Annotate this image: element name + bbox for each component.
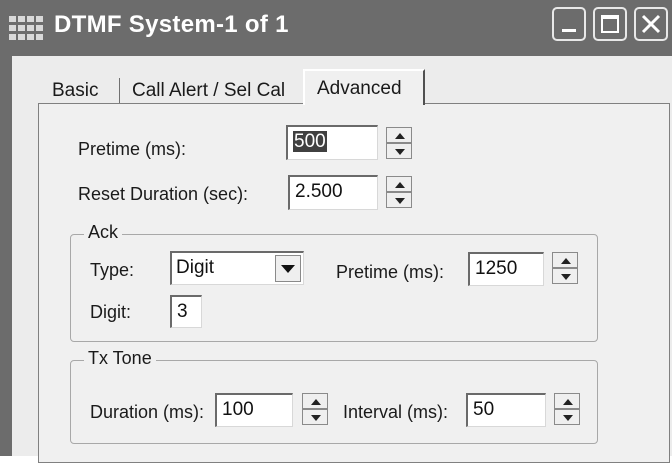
ack-group-title: Ack	[84, 222, 123, 243]
tx-interval-up-button[interactable]	[554, 393, 580, 409]
tab-advanced-label: Advanced	[317, 78, 402, 99]
arrow-up-icon	[395, 182, 405, 188]
minimize-button[interactable]	[552, 7, 586, 41]
minimize-icon	[562, 29, 576, 32]
dtmf-system-window: DTMF System-1 of 1 Basic Call Alert / Se…	[0, 0, 672, 463]
tx-duration-value: 100	[222, 399, 254, 420]
tx-tone-group-title: Tx Tone	[84, 348, 156, 369]
tx-duration-input[interactable]: 100	[215, 393, 293, 427]
pretime-value: 500	[293, 131, 327, 152]
arrow-up-icon	[395, 133, 405, 139]
ack-group	[70, 234, 598, 342]
tab-advanced[interactable]: Advanced	[303, 69, 425, 105]
tx-duration-label: Duration (ms):	[90, 402, 205, 422]
ack-pretime-input[interactable]: 1250	[468, 252, 544, 286]
ack-digit-label: Digit:	[90, 302, 132, 322]
window-title: DTMF System-1 of 1	[54, 11, 289, 38]
arrow-up-icon	[561, 258, 571, 264]
tx-duration-down-button[interactable]	[302, 409, 328, 425]
reset-duration-down-button[interactable]	[386, 192, 412, 208]
ack-pretime-value: 1250	[475, 258, 518, 279]
ack-pretime-up-button[interactable]	[552, 252, 578, 268]
tab-call-alert-sel-cal[interactable]: Call Alert / Sel Cal	[132, 80, 285, 102]
reset-duration-up-button[interactable]	[386, 176, 412, 192]
ack-pretime-down-button[interactable]	[552, 268, 578, 284]
arrow-down-icon	[395, 149, 405, 155]
ack-type-dropdown-button[interactable]	[275, 255, 301, 282]
ack-digit-input[interactable]: 3	[170, 295, 202, 328]
pretime-up-button[interactable]	[386, 127, 412, 143]
arrow-down-icon	[563, 415, 573, 421]
arrow-down-icon	[395, 198, 405, 204]
window-left-border	[0, 56, 12, 456]
close-icon	[641, 14, 661, 34]
reset-duration-input[interactable]: 2.500	[288, 175, 378, 210]
title-bar[interactable]: DTMF System-1 of 1	[0, 0, 672, 56]
tx-interval-input[interactable]: 50	[466, 393, 546, 427]
pretime-input[interactable]: 500	[286, 125, 378, 160]
ack-type-label: Type:	[90, 260, 135, 280]
pretime-label: Pretime (ms):	[78, 139, 186, 159]
ack-pretime-label: Pretime (ms):	[336, 262, 444, 282]
tab-separator	[119, 78, 120, 104]
tab-basic[interactable]: Basic	[52, 80, 98, 102]
arrow-down-icon	[561, 274, 571, 280]
maximize-button[interactable]	[593, 7, 627, 41]
chevron-down-icon	[281, 265, 295, 273]
ack-digit-value: 3	[177, 301, 188, 322]
arrow-up-icon	[311, 399, 321, 405]
arrow-down-icon	[311, 415, 321, 421]
ack-type-select[interactable]: Digit	[170, 251, 304, 285]
tx-interval-label: Interval (ms):	[343, 402, 449, 422]
ack-type-value: Digit	[176, 257, 215, 278]
close-button[interactable]	[634, 7, 668, 41]
app-grid-icon	[8, 14, 46, 42]
pretime-down-button[interactable]	[386, 143, 412, 159]
maximize-icon	[601, 15, 619, 33]
reset-duration-label: Reset Duration (sec):	[78, 184, 249, 204]
tx-duration-up-button[interactable]	[302, 393, 328, 409]
tx-interval-value: 50	[473, 399, 495, 420]
arrow-up-icon	[563, 399, 573, 405]
tx-interval-down-button[interactable]	[554, 409, 580, 425]
reset-duration-value: 2.500	[295, 181, 343, 202]
